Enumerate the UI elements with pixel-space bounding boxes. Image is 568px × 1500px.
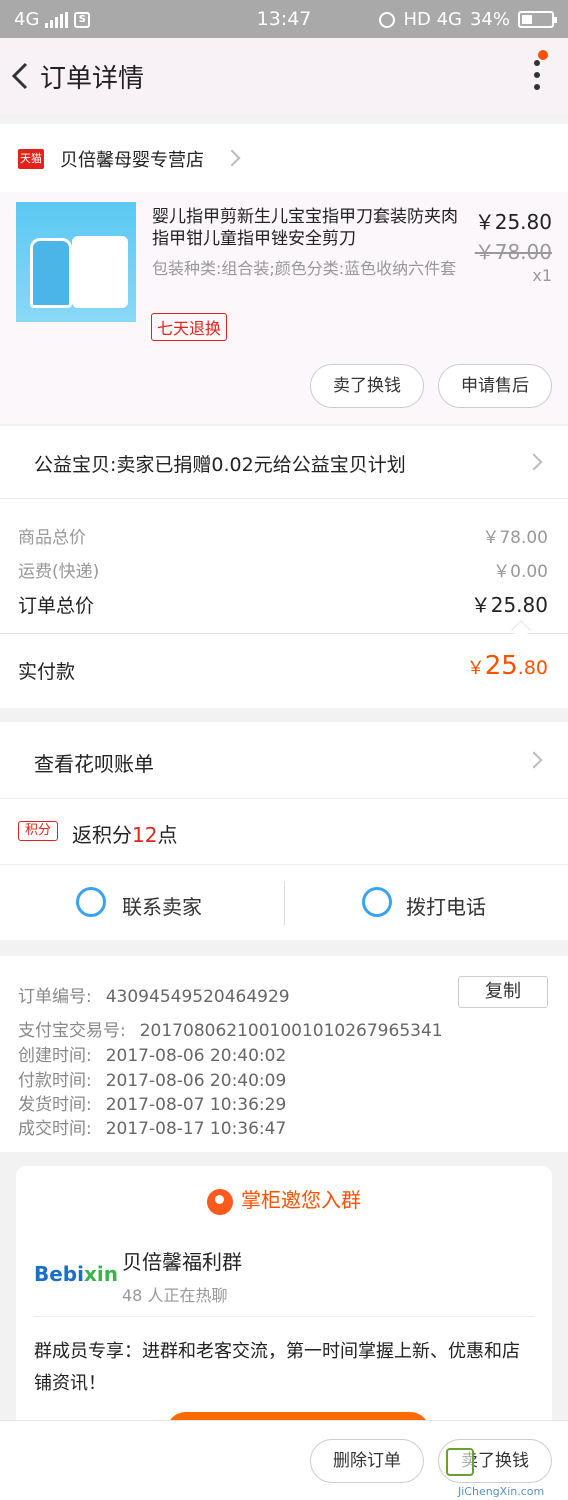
chevron-right-icon: [525, 751, 543, 769]
paid-currency: ￥: [466, 658, 485, 679]
created-row: 创建时间: 2017-08-06 20:40:02: [18, 1041, 286, 1066]
brand-logo: Bebixin: [34, 1262, 118, 1286]
order-item[interactable]: 婴儿指甲剪新生儿宝宝指甲刀套装防夹肉指甲钳儿童指甲锉安全剪刀 包装种类:组合装;…: [0, 192, 568, 424]
shipped-row: 发货时间: 2017-08-07 10:36:29: [18, 1090, 286, 1115]
product-thumbnail[interactable]: [16, 202, 136, 322]
group-name: 贝倍馨福利群: [122, 1250, 242, 1274]
group-divider: [34, 1316, 534, 1317]
group-member-count: 48 人正在热聊: [122, 1286, 228, 1305]
product-spec: 包装种类:组合装;颜色分类:蓝色收纳六件套: [152, 259, 457, 278]
order-number-value: 43094549520464929: [105, 987, 290, 1007]
page-title: 订单详情: [40, 64, 145, 94]
back-arrow-icon[interactable]: [8, 58, 36, 94]
huabei-bill-row[interactable]: 查看花呗账单: [0, 722, 568, 798]
order-total-value: ￥25.80: [470, 593, 548, 617]
paid-time-label: 付款时间:: [18, 1071, 92, 1091]
goods-total-value: ￥78.00: [482, 528, 548, 548]
order-total-label: 订单总价: [18, 595, 95, 617]
paid-time-row: 付款时间: 2017-08-06 20:40:09: [18, 1066, 286, 1091]
group-icon: [207, 1188, 233, 1215]
watermark-text: JiChengXin.com: [458, 1485, 545, 1498]
shipped-value: 2017-08-07 10:36:29: [105, 1095, 287, 1115]
alipay-row: 支付宝交易号: 2017080621001001010267965341: [18, 1016, 443, 1041]
goods-total-label: 商品总价: [18, 528, 86, 548]
brand-logo-part-b: xin: [83, 1262, 118, 1286]
points-number: 12: [132, 823, 158, 847]
points-text: 返积分12点: [72, 819, 177, 848]
shipped-label: 发货时间:: [18, 1095, 92, 1115]
shop-name[interactable]: 贝倍馨母婴专营店: [60, 146, 204, 172]
product-container-graphic: [72, 236, 128, 308]
paid-int: 25: [484, 651, 518, 681]
summary-divider: [0, 633, 568, 634]
copy-button[interactable]: 复制: [458, 976, 548, 1008]
shipping-value: ￥0.00: [493, 562, 548, 582]
paid-dec: .80: [517, 657, 548, 679]
alipay-value: 2017080621001001010267965341: [139, 1021, 443, 1041]
charity-row[interactable]: 公益宝贝:卖家已捐赠0.02元给公益宝贝计划: [0, 426, 568, 498]
network-hd-label: HD 4G: [403, 9, 462, 30]
product-price: ￥25.80: [474, 210, 552, 234]
after-sale-button[interactable]: 申请售后: [438, 364, 552, 408]
summary-notch: [511, 620, 531, 640]
brand-logo-part-a: Bebi: [34, 1262, 84, 1286]
contact-row: 联系卖家 拨打电话: [0, 864, 568, 940]
group-description: 群成员专享：进群和老客交流，第一时间掌握上新、优惠和店铺资讯！: [34, 1341, 520, 1394]
watermark-logo: [446, 1448, 474, 1476]
product-original-price: ￥78.00: [474, 240, 552, 264]
status-bar: 4G S 13:47 HD 4G 34%: [0, 0, 568, 38]
contact-seller-label: 联系卖家: [122, 895, 202, 919]
order-number-label: 订单编号:: [18, 987, 92, 1007]
points-prefix: 返积分: [72, 823, 132, 847]
alipay-label: 支付宝交易号:: [18, 1021, 126, 1041]
huabei-text: 查看花呗账单: [34, 752, 154, 776]
notification-dot: [538, 50, 548, 60]
battery-icon: [518, 11, 557, 28]
product-title[interactable]: 婴儿指甲剪新生儿宝宝指甲刀套装防夹肉指甲钳儿童指甲锉安全剪刀: [152, 206, 460, 250]
chat-icon: [76, 887, 106, 917]
chevron-right-icon: [223, 149, 241, 167]
price-summary: 商品总价 ￥78.00 运费(快递) ￥0.00 订单总价 ￥25.80 实付款…: [0, 498, 568, 708]
charity-text: 公益宝贝:卖家已捐赠0.02元给公益宝贝计划: [34, 454, 406, 476]
alarm-icon: [379, 11, 396, 28]
done-row: 成交时间: 2017-08-17 10:36:47: [18, 1114, 286, 1139]
paid-amount: ￥25.80: [467, 651, 548, 681]
contact-seller-button[interactable]: 联系卖家: [0, 865, 284, 941]
return-policy-tag: 七天退换: [151, 313, 228, 341]
shipping-label: 运费(快递): [18, 562, 100, 582]
order-info: 订单编号: 43094549520464929 复制 支付宝交易号: 2017080…: [0, 956, 568, 1152]
tmall-badge: 天猫: [18, 149, 44, 169]
chevron-right-icon: [525, 453, 543, 471]
watermark: JiChengXin.com: [446, 1448, 564, 1500]
phone-icon: [362, 887, 392, 917]
group-invite-header: 掌柜邀您入群: [16, 1184, 552, 1215]
paid-time-value: 2017-08-06 20:40:09: [105, 1071, 287, 1091]
order-number-row: 订单编号: 43094549520464929: [18, 982, 290, 1007]
nav-bar: 订单详情: [0, 38, 568, 114]
product-box-graphic: [30, 238, 72, 308]
sell-button[interactable]: 卖了换钱: [310, 364, 424, 408]
shop-row[interactable]: 天猫 贝倍馨母婴专营店: [0, 124, 568, 192]
delete-order-button[interactable]: 删除订单: [310, 1439, 424, 1483]
created-label: 创建时间:: [18, 1046, 92, 1066]
more-menu-icon[interactable]: [534, 60, 542, 94]
done-value: 2017-08-17 10:36:47: [105, 1119, 287, 1139]
call-phone-label: 拨打电话: [406, 895, 486, 919]
group-invite-card: 掌柜邀您入群 Bebixin 贝倍馨福利群 48 人正在热聊 群成员专享：进群和…: [16, 1166, 552, 1452]
product-quantity: x1: [532, 266, 552, 285]
call-phone-button[interactable]: 拨打电话: [284, 865, 568, 941]
points-badge: 积分: [18, 821, 58, 841]
group-invite-title: 掌柜邀您入群: [241, 1188, 361, 1212]
done-label: 成交时间:: [18, 1119, 92, 1139]
created-value: 2017-08-06 20:40:02: [105, 1046, 287, 1066]
paid-label: 实付款: [18, 661, 76, 683]
points-suffix: 点: [157, 823, 178, 847]
battery-percent: 34%: [469, 9, 510, 30]
points-row: 积分 返积分12点: [0, 798, 568, 864]
